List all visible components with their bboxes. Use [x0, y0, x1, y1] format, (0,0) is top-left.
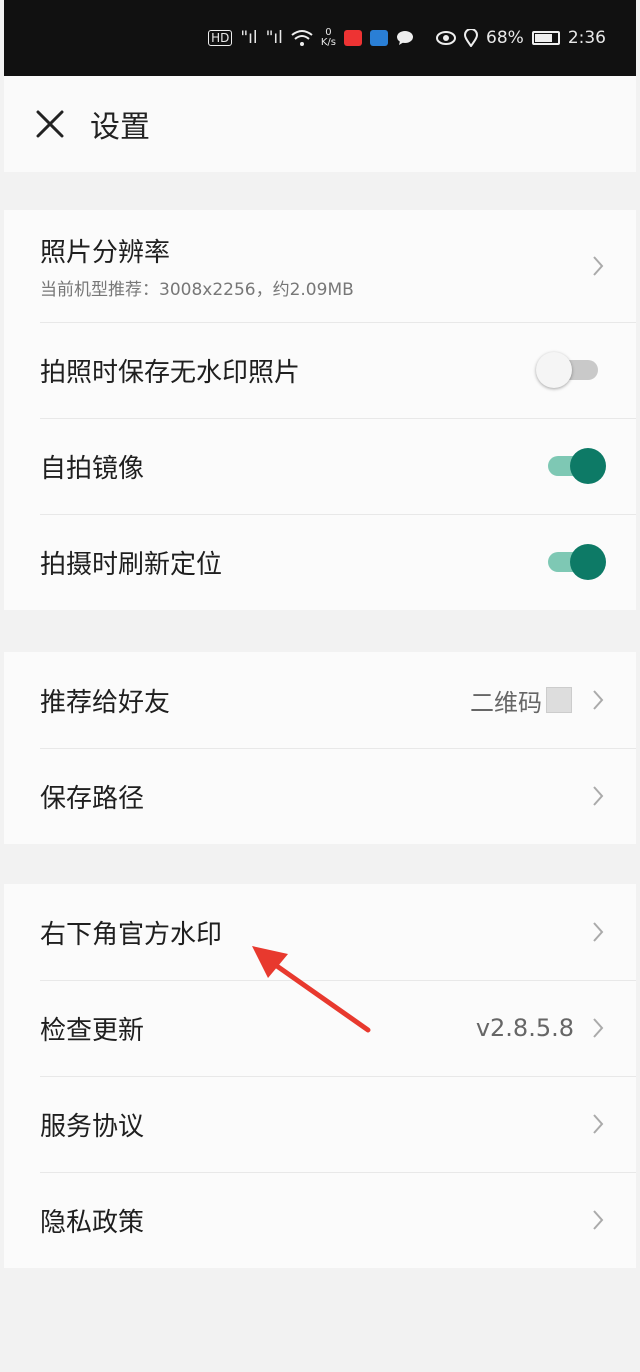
refresh-location-label: 拍摄时刷新定位 — [40, 549, 223, 580]
selfie-mirror-label: 自拍镜像 — [40, 453, 145, 484]
photo-resolution-subtitle: 当前机型推荐：3008x2256，约2.09MB — [40, 280, 354, 300]
setting-save-no-watermark: 拍照时保存无水印照片 — [4, 322, 636, 418]
close-button[interactable] — [20, 94, 80, 154]
setting-selfie-mirror: 自拍镜像 — [4, 418, 636, 514]
close-icon — [36, 110, 64, 138]
chevron-right-icon — [592, 783, 606, 809]
chevron-right-icon — [592, 253, 606, 279]
status-bar: HD "ıl "ıl 0 K/s 68% 2:36 — [4, 0, 636, 76]
recommend-friends-value: 二维码 — [470, 688, 542, 717]
hd-icon: HD — [208, 30, 233, 46]
chevron-right-icon — [592, 687, 606, 713]
save-no-watermark-toggle[interactable] — [536, 352, 602, 388]
setting-service-agreement[interactable]: 服务协议 — [4, 1076, 636, 1172]
page-header: 设置 — [4, 76, 636, 172]
annotation-arrow-icon — [252, 946, 371, 1033]
qr-code-icon — [546, 687, 572, 713]
signal-icon: "ıl — [240, 28, 258, 48]
save-path-label: 保存路径 — [40, 783, 145, 814]
chevron-right-icon — [592, 1111, 606, 1137]
setting-save-path[interactable]: 保存路径 — [4, 748, 636, 844]
photo-resolution-label: 照片分辨率 — [40, 238, 171, 268]
selfie-mirror-toggle[interactable] — [546, 448, 606, 484]
refresh-location-toggle[interactable] — [546, 544, 606, 580]
setting-refresh-location: 拍摄时刷新定位 — [4, 514, 636, 610]
eye-icon — [436, 31, 457, 45]
battery-icon — [531, 31, 560, 45]
setting-photo-resolution[interactable]: 照片分辨率 当前机型推荐：3008x2256，约2.09MB — [4, 210, 636, 322]
app-notification-icon — [344, 30, 363, 46]
recommend-friends-label: 推荐给好友 — [40, 687, 171, 718]
chevron-right-icon — [592, 1015, 606, 1041]
network-speed: 0 K/s — [320, 27, 337, 48]
app-notification-icon-2 — [370, 30, 389, 46]
settings-group-share: 推荐给好友 二维码 保存路径 — [4, 652, 636, 844]
location-icon — [464, 29, 479, 47]
service-agreement-label: 服务协议 — [40, 1111, 145, 1142]
page-title: 设置 — [90, 110, 150, 145]
wifi-icon — [291, 29, 313, 47]
privacy-policy-label: 隐私政策 — [40, 1207, 145, 1238]
settings-group-photo: 照片分辨率 当前机型推荐：3008x2256，约2.09MB 拍照时保存无水印照… — [4, 210, 636, 610]
app-version: v2.8.5.8 — [475, 1014, 574, 1042]
message-icon — [396, 30, 414, 46]
setting-recommend-friends[interactable]: 推荐给好友 二维码 — [4, 652, 636, 748]
save-no-watermark-label: 拍照时保存无水印照片 — [40, 357, 301, 388]
battery-percent: 68% — [486, 28, 524, 48]
signal-icon-2: "ıl — [265, 28, 283, 48]
chevron-right-icon — [592, 1207, 606, 1233]
setting-privacy-policy[interactable]: 隐私政策 — [4, 1172, 636, 1268]
clock: 2:36 — [567, 28, 606, 48]
chevron-right-icon — [592, 919, 606, 945]
